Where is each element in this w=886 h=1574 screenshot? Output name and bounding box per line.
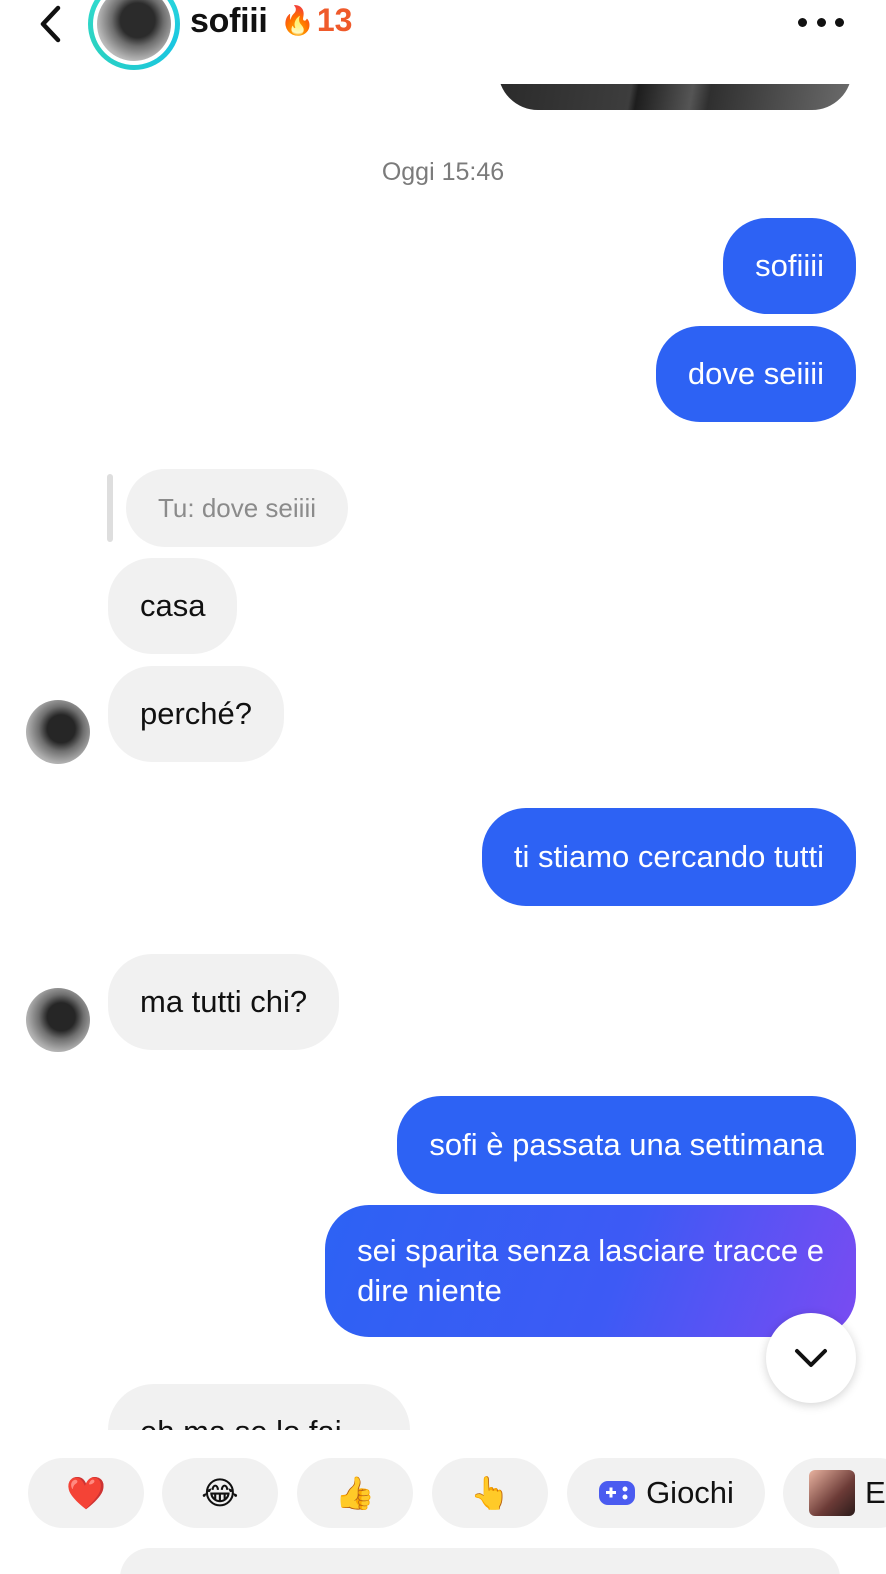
scroll-to-bottom-button[interactable] [766,1313,856,1403]
message-text: ti stiamo cercando tutti [513,839,824,874]
reply-indicator [107,474,113,542]
incoming-message[interactable]: casa [108,558,238,654]
incoming-message[interactable]: ma tutti chi? [108,954,340,1050]
thumbs-up-icon: 👍 [335,1475,375,1511]
message-text: casa [140,588,206,623]
outgoing-message[interactable]: ti stiamo cercando tutti [481,808,856,906]
back-button[interactable] [30,2,70,46]
sender-avatar[interactable] [26,700,90,764]
message-text: sofi è passata una settimana [429,1127,824,1162]
message-text: sofiiii [755,248,824,283]
chat-header: sofiii 🔥 13 [0,0,886,84]
avatar-photo [97,0,171,61]
sender-avatar[interactable] [26,988,90,1052]
chevron-left-icon [40,5,61,43]
message-composer[interactable] [120,1548,840,1574]
effects-label: E [865,1475,886,1510]
reaction-thumbs-up-button[interactable]: 👍 [297,1458,413,1528]
more-options-button[interactable] [798,10,844,34]
message-text-line: dire niente [357,1273,502,1308]
outgoing-message[interactable]: sofi è passata una settimana [397,1096,856,1194]
streak-count: 13 [316,2,353,38]
contact-name[interactable]: sofiii [190,2,268,41]
outgoing-message[interactable]: dove seiiii [655,326,856,422]
reaction-laugh-button[interactable]: 😂 [162,1458,278,1528]
outgoing-message[interactable]: sofiiii [723,218,856,314]
fire-icon: 🔥 [280,5,315,36]
message-text: dove seiiii [687,356,824,391]
games-button[interactable]: Giochi [567,1458,765,1528]
effects-button[interactable]: E [783,1458,886,1528]
sticker-thumbnail [809,1470,855,1516]
reaction-heart-button[interactable]: ❤️ [28,1458,144,1528]
heart-icon: ❤️ [66,1475,106,1511]
dot-icon [798,17,807,27]
streak-badge: 🔥 13 [280,2,352,39]
message-text: ma tutti chi? [140,984,308,1019]
reaction-point-up-button[interactable]: 👆 [432,1458,548,1528]
message-text-line: sei sparita senza lasciare tracce e [357,1233,824,1268]
message-text: perché? [140,696,253,731]
outgoing-message[interactable]: sei sparita senza lasciare tracce e dire… [325,1205,856,1337]
laughing-emoji-icon: 😂 [201,1475,239,1511]
dot-icon [835,17,844,27]
dot-icon [816,17,826,27]
point-up-icon: 👆 [470,1475,510,1511]
games-label: Giochi [646,1475,734,1510]
incoming-message[interactable]: perché? [108,666,285,762]
quick-reactions-bar: ❤️ 😂 👍 👆 Giochi E [0,1430,886,1574]
gamepad-icon [599,1481,636,1505]
contact-avatar[interactable] [88,0,180,70]
chevron-down-icon [795,1349,827,1367]
timestamp: Oggi 15:46 [381,158,505,186]
reply-quote[interactable]: Tu: dove seiiii [126,469,348,547]
